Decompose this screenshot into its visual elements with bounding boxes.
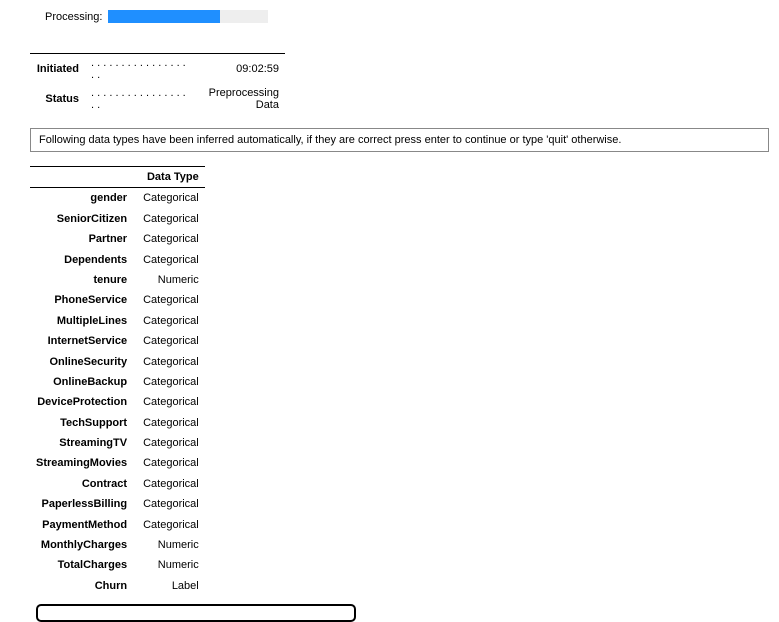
feature-name: Partner	[30, 229, 133, 249]
feature-type: Categorical	[133, 311, 205, 331]
confirm-input[interactable]	[36, 604, 356, 622]
feature-name: OnlineSecurity	[30, 352, 133, 372]
feature-name: PhoneService	[30, 290, 133, 310]
dtype-tbody: genderCategoricalSeniorCitizenCategorica…	[30, 188, 205, 596]
feature-name: PaymentMethod	[30, 515, 133, 535]
table-row: ChurnLabel	[30, 576, 205, 596]
table-row: PaperlessBillingCategorical	[30, 494, 205, 514]
status-label: Initiated	[30, 54, 85, 85]
feature-name: MultipleLines	[30, 311, 133, 331]
dtype-header-blank	[30, 167, 133, 188]
status-row: Status. . . . . . . . . . . . . . . . . …	[30, 84, 285, 114]
dtype-header-type: Data Type	[133, 167, 205, 188]
status-tbody: Initiated. . . . . . . . . . . . . . . .…	[30, 54, 285, 115]
input-row	[36, 604, 779, 622]
table-row: PhoneServiceCategorical	[30, 290, 205, 310]
processing-label: Processing:	[45, 11, 102, 23]
table-row: ContractCategorical	[30, 474, 205, 494]
table-row: TechSupportCategorical	[30, 413, 205, 433]
table-row: SeniorCitizenCategorical	[30, 209, 205, 229]
feature-name: tenure	[30, 270, 133, 290]
table-row: TotalChargesNumeric	[30, 555, 205, 575]
table-row: DeviceProtectionCategorical	[30, 392, 205, 412]
feature-type: Categorical	[133, 188, 205, 209]
table-row: PaymentMethodCategorical	[30, 515, 205, 535]
info-message: Following data types have been inferred …	[30, 128, 769, 152]
feature-type: Categorical	[133, 331, 205, 351]
feature-type: Categorical	[133, 352, 205, 372]
feature-type: Categorical	[133, 229, 205, 249]
feature-name: MonthlyCharges	[30, 535, 133, 555]
feature-name: DeviceProtection	[30, 392, 133, 412]
table-row: DependentsCategorical	[30, 250, 205, 270]
table-row: genderCategorical	[30, 188, 205, 209]
feature-name: InternetService	[30, 331, 133, 351]
dtype-table: Data Type genderCategoricalSeniorCitizen…	[30, 166, 205, 596]
table-row: PartnerCategorical	[30, 229, 205, 249]
feature-type: Categorical	[133, 392, 205, 412]
table-row: tenureNumeric	[30, 270, 205, 290]
feature-type: Categorical	[133, 494, 205, 514]
status-table: Initiated. . . . . . . . . . . . . . . .…	[30, 53, 285, 114]
feature-type: Categorical	[133, 209, 205, 229]
feature-name: SeniorCitizen	[30, 209, 133, 229]
feature-type: Categorical	[133, 433, 205, 453]
feature-name: TotalCharges	[30, 555, 133, 575]
feature-type: Categorical	[133, 250, 205, 270]
table-row: OnlineBackupCategorical	[30, 372, 205, 392]
feature-name: Churn	[30, 576, 133, 596]
feature-type: Categorical	[133, 515, 205, 535]
status-dots: . . . . . . . . . . . . . . . . . .	[85, 54, 195, 85]
feature-name: Dependents	[30, 250, 133, 270]
table-row: MultipleLinesCategorical	[30, 311, 205, 331]
feature-type: Label	[133, 576, 205, 596]
feature-name: StreamingTV	[30, 433, 133, 453]
progress-bar	[108, 10, 268, 23]
feature-type: Numeric	[133, 555, 205, 575]
status-label: Status	[30, 84, 85, 114]
feature-type: Categorical	[133, 453, 205, 473]
feature-name: OnlineBackup	[30, 372, 133, 392]
status-value: 09:02:59	[195, 54, 285, 85]
progress-fill	[108, 10, 220, 23]
processing-row: Processing:	[45, 10, 779, 23]
feature-type: Categorical	[133, 372, 205, 392]
feature-type: Categorical	[133, 290, 205, 310]
table-row: StreamingMoviesCategorical	[30, 453, 205, 473]
status-dots: . . . . . . . . . . . . . . . . . .	[85, 84, 195, 114]
status-row: Initiated. . . . . . . . . . . . . . . .…	[30, 54, 285, 85]
feature-type: Categorical	[133, 474, 205, 494]
table-row: InternetServiceCategorical	[30, 331, 205, 351]
table-row: MonthlyChargesNumeric	[30, 535, 205, 555]
feature-name: TechSupport	[30, 413, 133, 433]
table-row: OnlineSecurityCategorical	[30, 352, 205, 372]
feature-type: Categorical	[133, 413, 205, 433]
feature-name: PaperlessBilling	[30, 494, 133, 514]
feature-type: Numeric	[133, 270, 205, 290]
feature-name: Contract	[30, 474, 133, 494]
table-row: StreamingTVCategorical	[30, 433, 205, 453]
status-value: Preprocessing Data	[195, 84, 285, 114]
feature-name: gender	[30, 188, 133, 209]
feature-type: Numeric	[133, 535, 205, 555]
feature-name: StreamingMovies	[30, 453, 133, 473]
